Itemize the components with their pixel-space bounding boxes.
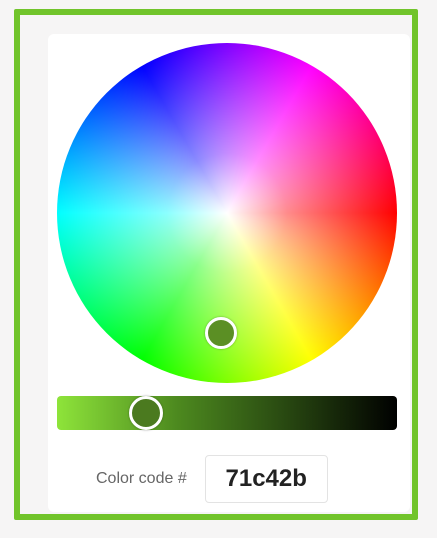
color-code-input[interactable]	[204, 455, 328, 503]
brightness-slider-handle[interactable]	[129, 396, 163, 430]
color-code-label: Color code #	[96, 470, 187, 487]
brightness-slider[interactable]	[57, 396, 397, 430]
color-wheel-handle[interactable]	[205, 317, 237, 349]
color-code-row: Color code #	[96, 455, 328, 503]
